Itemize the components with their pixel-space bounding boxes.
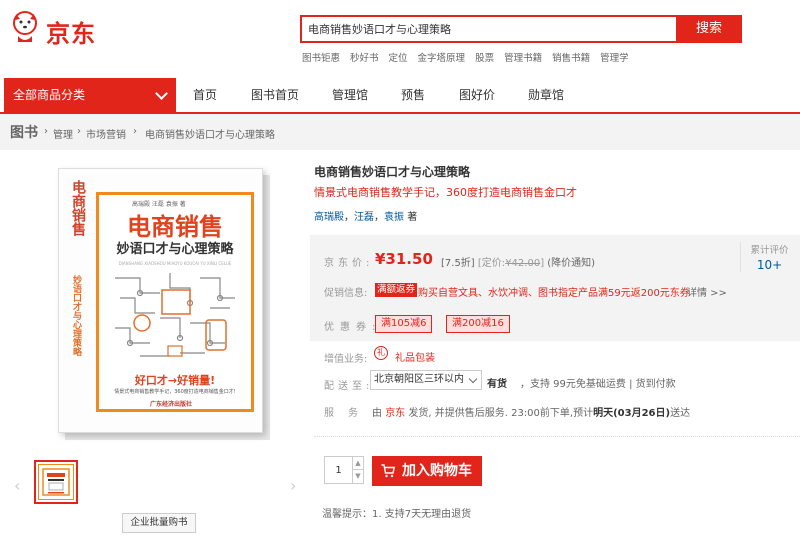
promo-detail-link[interactable]: 详情 >> <box>687 284 727 299</box>
value-added-label: 增值业务: <box>324 354 368 365</box>
author-link[interactable]: 高瑞殿 <box>314 212 344 223</box>
author-link[interactable]: 袁振 <box>384 212 404 223</box>
cover-spine-title: 电商销售 <box>70 180 86 236</box>
cover-spine-subtitle: 妙语口才与心理策略 <box>71 275 81 356</box>
promo-label: 促销信息: <box>324 288 368 299</box>
chevron-down-icon <box>155 87 168 100</box>
coupon-badge[interactable]: 满200减16 <box>446 315 510 333</box>
hotword-link[interactable]: 秒好书 <box>350 53 379 64</box>
cover-publisher: 广东经济出版社 <box>150 401 193 408</box>
all-categories-label: 全部商品分类 <box>13 88 86 102</box>
discount-rate: [7.5折] <box>441 258 475 269</box>
search-input[interactable] <box>300 15 678 43</box>
author-link[interactable]: 汪磊 <box>354 212 374 223</box>
service-mid: 发货, 并提供售后服务. 23:00前下单,预计 <box>408 408 594 419</box>
hot-search-words: 图书钜惠 秒好书 定位 金字塔原理 股票 管理书籍 销售书籍 管理学 <box>302 50 639 64</box>
quantity-decrease-button[interactable]: ▼ <box>353 470 363 483</box>
promo-tag: 满额返券 <box>375 283 418 297</box>
hotword-link[interactable]: 图书钜惠 <box>302 53 340 64</box>
stock-status: 有货 <box>487 379 507 390</box>
price-notify-link[interactable]: (降价通知) <box>547 258 595 269</box>
nav-management[interactable]: 管理馆 <box>332 78 368 112</box>
product-authors: 高瑞殿，汪磊，袁振 著 <box>314 212 418 223</box>
address-select[interactable]: 北京朝阳区三环以内 <box>370 370 482 390</box>
gift-icon[interactable]: 礼 <box>374 346 388 360</box>
author-suffix: 著 <box>407 212 418 223</box>
breadcrumb-separator: › <box>133 126 137 137</box>
list-price-label: [定价: <box>477 258 506 269</box>
cover-pinyin: DIANSHANG XIAOSHOU MIAOYU KOUCAI YU XINL… <box>118 261 232 266</box>
gift-wrap-option[interactable]: 礼品包装 <box>395 349 435 364</box>
purchase-tips: 温馨提示：1. 支持7天无理由退货 <box>322 509 472 520</box>
cart-icon <box>381 464 395 478</box>
delivery-date: 明天(03月26日) <box>593 408 671 419</box>
hotword-link[interactable]: 定位 <box>389 53 408 64</box>
cover-description: 情景式电商销售教学手记，360度打造电商销售金口才! <box>114 389 236 395</box>
breadcrumb-separator: › <box>44 126 48 137</box>
thumbnail-image <box>38 464 74 500</box>
hotword-link[interactable]: 金字塔原理 <box>418 53 466 64</box>
cover-title: 电商销售 <box>127 213 223 241</box>
jd-mascot-logo-icon[interactable] <box>10 8 40 46</box>
hotword-link[interactable]: 股票 <box>475 53 494 64</box>
coupon-badge[interactable]: 满105减6 <box>375 315 433 333</box>
cover-subtitle: 妙语口才与心理策略 <box>116 242 234 257</box>
seller-link[interactable]: 京东 <box>385 408 405 419</box>
service-prefix: 由 <box>372 408 382 419</box>
divider <box>314 436 800 437</box>
review-count[interactable]: 10+ <box>747 258 792 272</box>
breadcrumb-item[interactable]: 管理 <box>53 126 73 141</box>
promo-text[interactable]: 购买自营文具、水饮冲调、图书指定产品满59元返200元东券 <box>418 284 690 299</box>
cover-thumbnail[interactable] <box>34 460 78 504</box>
jd-logo-text[interactable]: 京东 <box>46 14 96 49</box>
nav-books-home[interactable]: 图书首页 <box>251 78 299 112</box>
coupon-label: 优惠券: <box>324 322 382 333</box>
shipping-info: ，支持 99元免基础运费 | 货到付款 <box>520 379 676 390</box>
breadcrumb-item: 电商销售妙语口才与心理策略 <box>145 130 275 141</box>
add-to-cart-label: 加入购物车 <box>402 463 472 479</box>
quantity-increase-button[interactable]: ▲ <box>353 457 363 470</box>
list-price-end: ] <box>540 258 545 269</box>
search-button[interactable]: 搜索 <box>676 15 742 43</box>
add-to-cart-button[interactable]: 加入购物车 <box>372 456 482 486</box>
quantity-input[interactable] <box>325 457 353 483</box>
breadcrumb-root[interactable]: 图书 <box>10 122 38 142</box>
service-suffix: 送达 <box>670 408 691 419</box>
nav-home[interactable]: 首页 <box>193 78 217 112</box>
ship-to-label: 配送至: <box>324 381 374 392</box>
breadcrumb-item[interactable]: 市场营销 <box>86 126 126 141</box>
nav-medals[interactable]: 勋章馆 <box>528 78 564 112</box>
cover-slogan: 好口才→好销量! <box>134 374 216 387</box>
breadcrumb-separator: › <box>77 126 81 137</box>
book-thumbnail-icon <box>42 468 70 496</box>
all-categories-button[interactable]: 全部商品分类 <box>4 78 176 112</box>
price-extra: [7.5折] [定价:¥42.00] (降价通知) <box>441 254 595 269</box>
nav-presale[interactable]: 预售 <box>401 78 425 112</box>
bulk-purchase-button[interactable]: 企业批量购书 <box>122 513 196 533</box>
review-label: 累计评价 <box>750 245 789 256</box>
gallery-prev-arrow-icon[interactable]: ‹ <box>14 476 20 495</box>
jd-price: ¥31.50 <box>375 250 433 268</box>
product-title: 电商销售妙语口才与心理策略 <box>314 165 471 179</box>
quantity-stepper: ▲ ▼ <box>324 456 364 484</box>
gallery-next-arrow-icon[interactable]: › <box>290 476 296 495</box>
hotword-link[interactable]: 销售书籍 <box>552 53 590 64</box>
hotword-link[interactable]: 管理书籍 <box>504 53 542 64</box>
product-slogan: 情景式电商销售教学手记，360度打造电商销售金口才 <box>314 186 577 199</box>
chevron-down-icon <box>468 374 478 384</box>
hotword-link[interactable]: 管理学 <box>600 53 629 64</box>
price-label: 京东价: <box>324 258 374 269</box>
address-value: 北京朝阳区三环以内 <box>374 374 464 385</box>
list-price: ¥42.00 <box>505 258 541 269</box>
review-summary[interactable]: 累计评价 10+ <box>740 242 792 272</box>
nav-good-price[interactable]: 图好价 <box>459 78 495 112</box>
circuit-illustration-icon <box>115 273 235 357</box>
service-info: 由 京东 发货, 并提供售后服务. 23:00前下单,预计明天(03月26日)送… <box>372 404 690 419</box>
